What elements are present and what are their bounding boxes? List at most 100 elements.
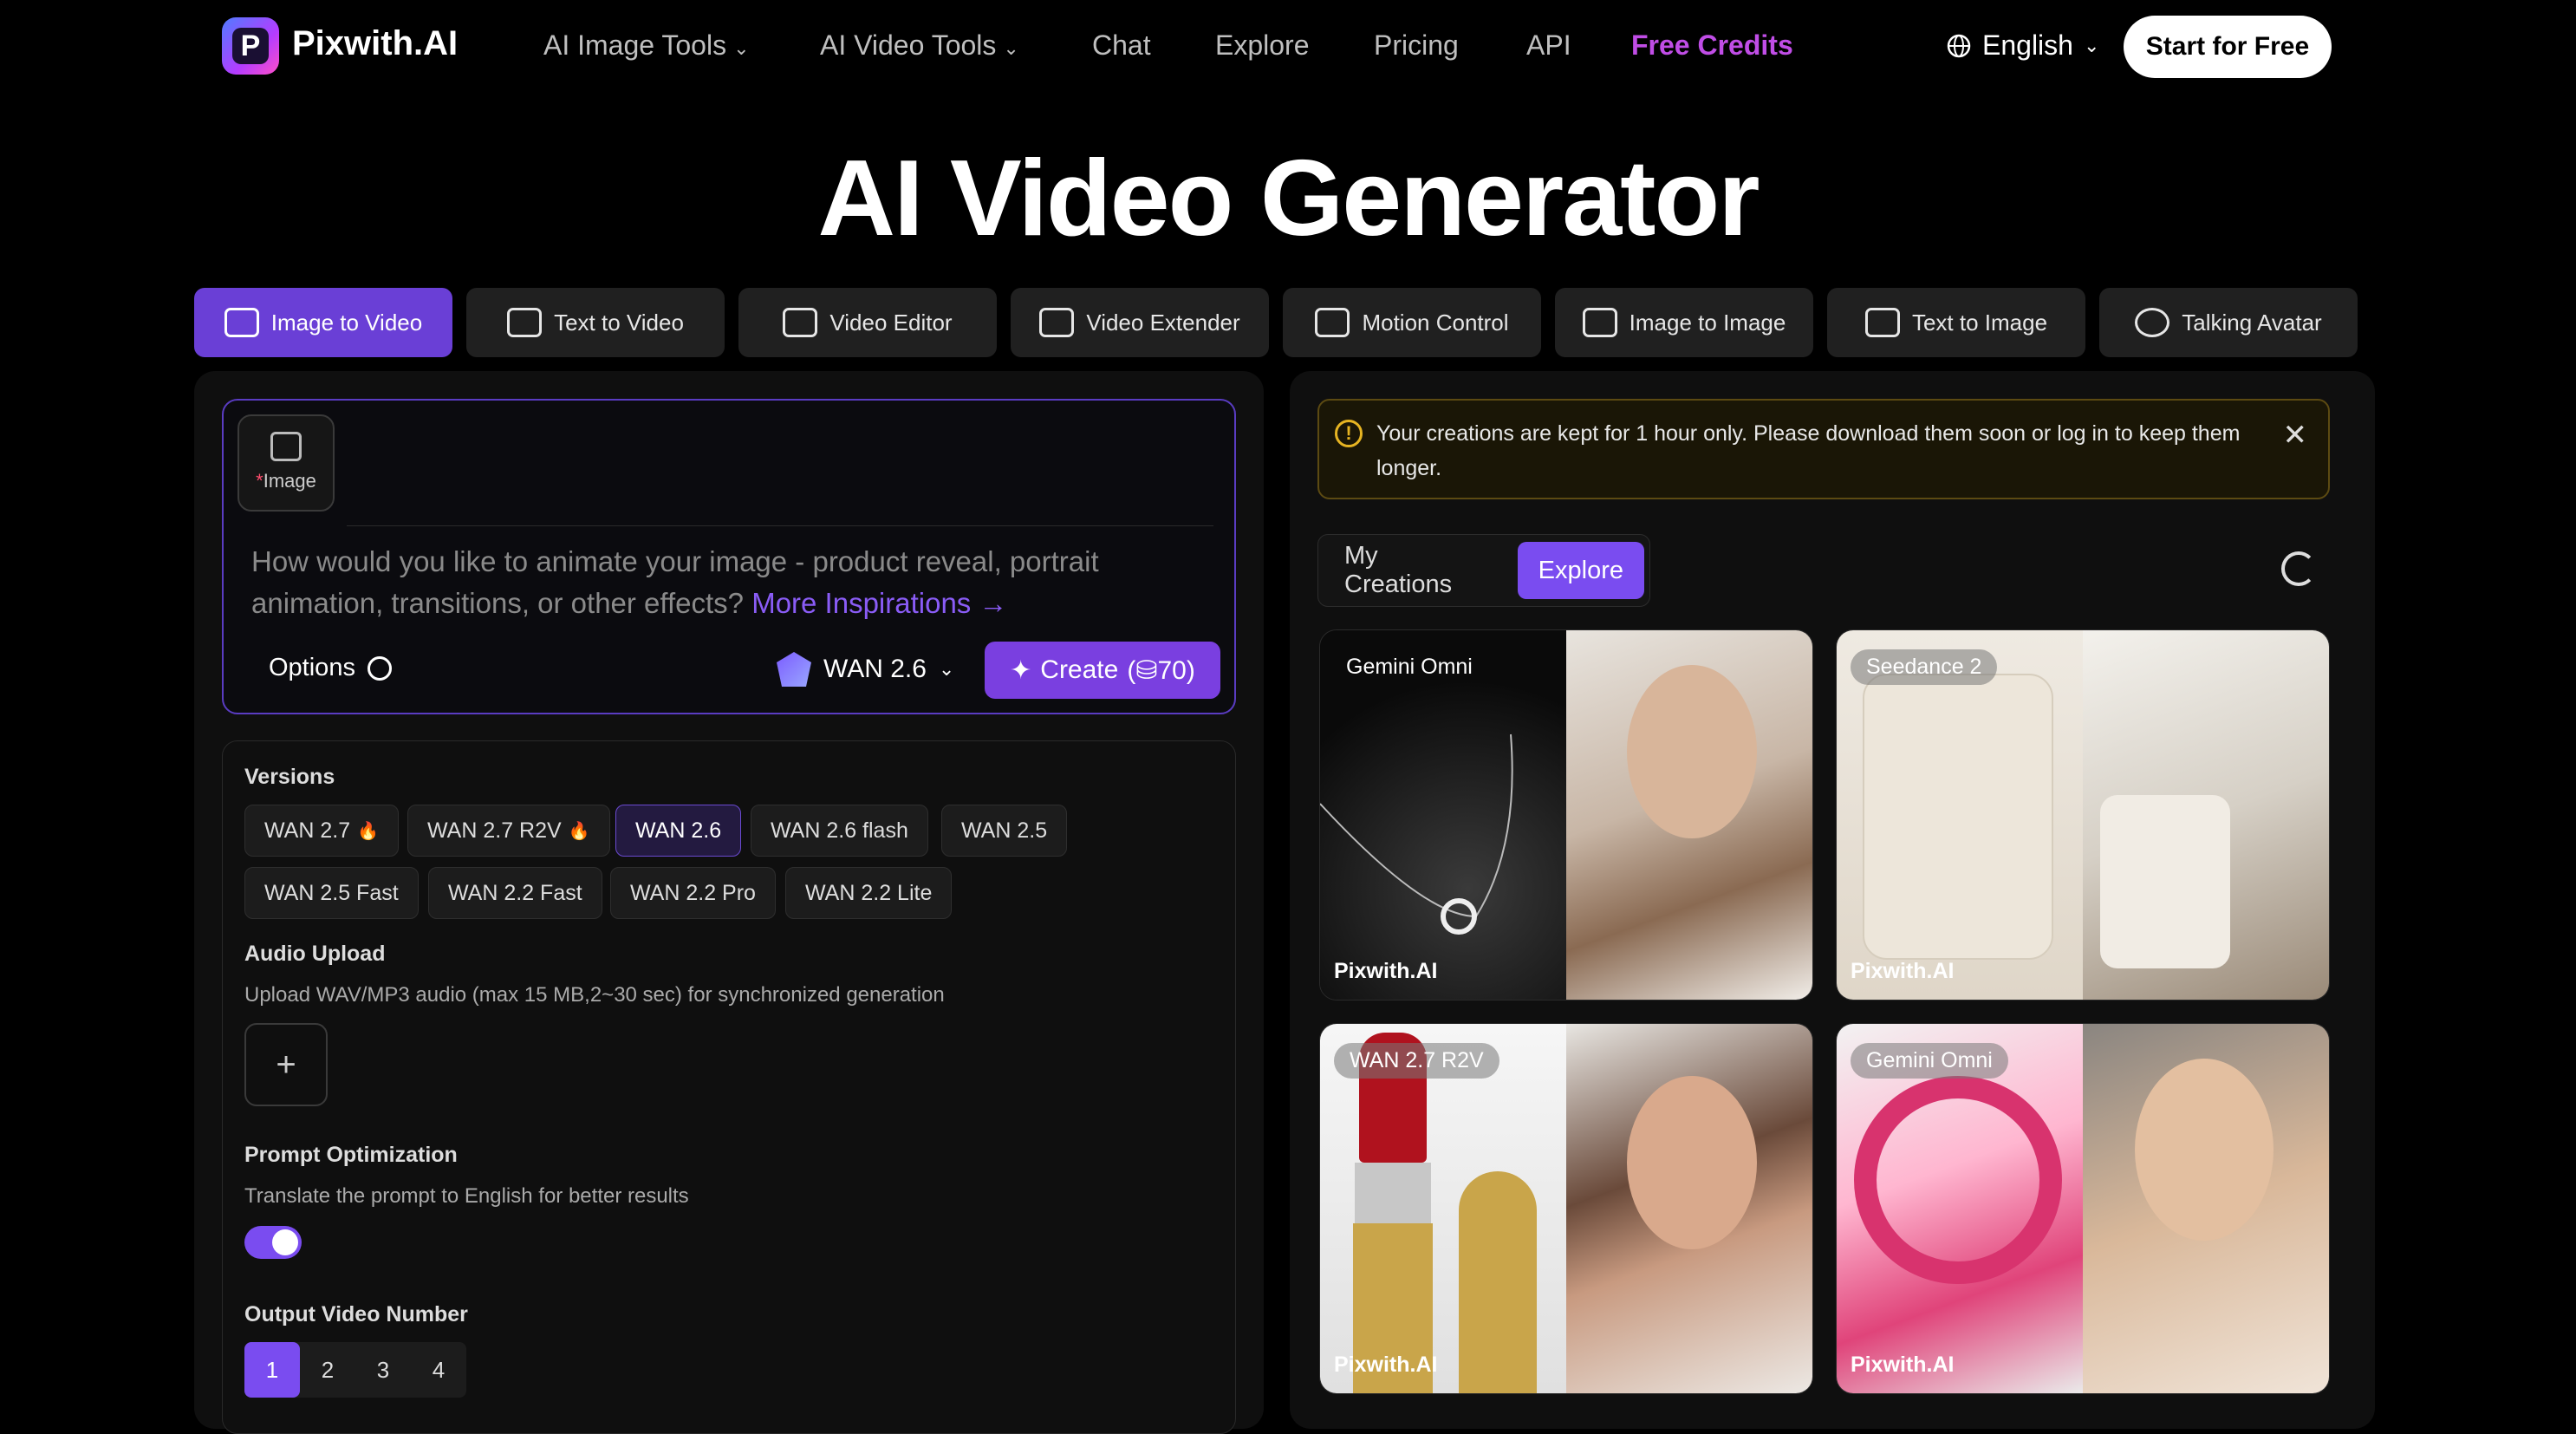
credits-cost: (⛁70) xyxy=(1127,655,1195,685)
watermark: Pixwith.AI xyxy=(1334,959,1438,983)
model-tag: Seedance 2 xyxy=(1851,649,1998,685)
product-image: Gemini Omni Pixwith.AI xyxy=(1837,1024,2083,1393)
tab-talking-avatar[interactable]: Talking Avatar xyxy=(2099,288,2358,357)
version-chip[interactable]: WAN 2.2 Pro xyxy=(610,867,776,919)
version-chip[interactable]: WAN 2.5 Fast xyxy=(244,867,419,919)
tab-video-editor[interactable]: Video Editor xyxy=(738,288,997,357)
version-label: WAN 2.2 Fast xyxy=(448,880,582,905)
version-label: WAN 2.7 xyxy=(264,818,351,843)
image-upload-label: Image xyxy=(263,470,316,492)
prompt-optimization-desc: Translate the prompt to English for bett… xyxy=(244,1184,689,1208)
logo-letter: P xyxy=(232,28,269,64)
tab-my-creations[interactable]: My Creations xyxy=(1324,542,1512,599)
product-image: Gemini Omni Pixwith.AI xyxy=(1320,630,1566,1000)
watermark: Pixwith.AI xyxy=(1851,959,1955,983)
gallery-card[interactable]: Gemini Omni Pixwith.AI xyxy=(1319,629,1813,1001)
version-label: WAN 2.2 Pro xyxy=(630,880,756,905)
chevron-down-icon: ⌄ xyxy=(733,37,750,59)
globe-icon xyxy=(1947,34,1971,57)
nav-ai-image-tools[interactable]: AI Image Tools ⌄ xyxy=(543,29,750,62)
create-button[interactable]: ✦ Create (⛁70) xyxy=(985,642,1220,699)
image-icon xyxy=(224,308,259,337)
version-label: WAN 2.6 xyxy=(635,818,722,843)
face-shape xyxy=(2135,1059,2274,1241)
video-extend-icon xyxy=(1039,308,1075,337)
gear-icon xyxy=(367,655,392,681)
start-for-free-button[interactable]: Start for Free xyxy=(2124,16,2332,78)
version-label: WAN 2.6 flash xyxy=(771,818,908,843)
lipstick-cap-shape xyxy=(1459,1171,1537,1393)
result-image xyxy=(2083,1024,2329,1393)
nav-free-credits[interactable]: Free Credits xyxy=(1631,29,1793,62)
version-chip[interactable]: WAN 2.2 Fast xyxy=(428,867,602,919)
gallery-card[interactable]: Seedance 2 Pixwith.AI xyxy=(1836,629,2330,1001)
model-tag: Gemini Omni xyxy=(1346,655,1473,679)
tab-motion-control[interactable]: Motion Control xyxy=(1283,288,1541,357)
audio-upload-button[interactable]: + xyxy=(244,1023,328,1106)
refresh-icon[interactable] xyxy=(2281,551,2316,586)
gallery-card[interactable]: Gemini Omni Pixwith.AI xyxy=(1836,1023,2330,1394)
text-video-icon xyxy=(507,308,543,337)
language-selector[interactable]: English ⌄ xyxy=(1946,29,2099,62)
prompt-optimization-title: Prompt Optimization xyxy=(244,1143,458,1167)
result-image xyxy=(2083,630,2329,1000)
watermark: Pixwith.AI xyxy=(1334,1353,1438,1377)
version-label: WAN 2.5 Fast xyxy=(264,880,399,905)
brand-name[interactable]: Pixwith.AI xyxy=(292,24,458,63)
version-chip[interactable]: WAN 2.5 xyxy=(941,805,1068,857)
prompt-optimization-toggle[interactable] xyxy=(244,1226,302,1259)
fire-icon: 🔥 xyxy=(568,821,590,841)
output-number-2[interactable]: 2 xyxy=(300,1342,355,1398)
tab-image-to-video[interactable]: Image to Video xyxy=(194,288,452,357)
tab-text-to-video[interactable]: Text to Video xyxy=(466,288,725,357)
image-upload-button[interactable]: *Image xyxy=(237,414,335,512)
output-number-1[interactable]: 1 xyxy=(244,1342,300,1398)
output-number-title: Output Video Number xyxy=(244,1302,468,1326)
nav-ai-video-tools[interactable]: AI Video Tools ⌄ xyxy=(820,29,1019,62)
version-chip[interactable]: WAN 2.7 🔥 xyxy=(244,805,400,857)
close-icon[interactable]: ✕ xyxy=(2283,418,2308,453)
tab-text-to-image[interactable]: Text to Image xyxy=(1827,288,2085,357)
wan-model-icon xyxy=(777,652,811,687)
prompt-input[interactable]: How would you like to animate your image… xyxy=(251,541,1196,624)
output-number-3[interactable]: 3 xyxy=(355,1342,411,1398)
product-image: WAN 2.7 R2V Pixwith.AI xyxy=(1320,1024,1566,1393)
language-label: English xyxy=(1982,29,2073,61)
version-chip[interactable]: WAN 2.2 Lite xyxy=(785,867,953,919)
nav-chat[interactable]: Chat xyxy=(1092,29,1151,62)
version-chip[interactable]: WAN 2.6 flash xyxy=(751,805,928,857)
motion-icon xyxy=(1315,308,1350,337)
options-button[interactable]: Options xyxy=(269,654,392,682)
chevron-down-icon: ⌄ xyxy=(2083,34,2100,56)
nav-label: AI Image Tools xyxy=(543,29,727,61)
images-icon xyxy=(1582,308,1617,337)
tab-video-extender[interactable]: Video Extender xyxy=(1011,288,1269,357)
chevron-down-icon: ⌄ xyxy=(938,658,955,680)
gallery-card[interactable]: WAN 2.7 R2V Pixwith.AI xyxy=(1319,1023,1813,1394)
tab-explore[interactable]: Explore xyxy=(1517,542,1644,599)
versions-title: Versions xyxy=(244,765,335,789)
logo-icon[interactable]: P xyxy=(222,17,279,75)
version-label: WAN 2.5 xyxy=(961,818,1048,843)
product-image: Seedance 2 Pixwith.AI xyxy=(1837,630,2083,1000)
version-chip[interactable]: WAN 2.6 xyxy=(615,805,742,857)
nav-api[interactable]: API xyxy=(1526,29,1571,62)
model-tag: Gemini Omni xyxy=(1851,1043,2008,1079)
warning-icon: ! xyxy=(1335,420,1363,447)
tab-label: Talking Avatar xyxy=(2182,309,2322,336)
tab-label: Image to Video xyxy=(270,309,423,336)
video-edit-icon xyxy=(783,308,818,337)
audio-upload-desc: Upload WAV/MP3 audio (max 15 MB,2~30 sec… xyxy=(244,983,945,1007)
nav-pricing[interactable]: Pricing xyxy=(1374,29,1459,62)
output-number-4[interactable]: 4 xyxy=(411,1342,466,1398)
create-label: Create xyxy=(1040,655,1119,684)
version-chip[interactable]: WAN 2.7 R2V 🔥 xyxy=(407,805,610,857)
required-mark: * xyxy=(256,470,263,492)
tab-label: Text to Video xyxy=(554,309,684,336)
nav-label: AI Video Tools xyxy=(820,29,997,61)
nav-explore[interactable]: Explore xyxy=(1215,29,1310,62)
tab-image-to-image[interactable]: Image to Image xyxy=(1555,288,1813,357)
page-title: AI Video Generator xyxy=(817,139,1760,258)
more-inspirations-link[interactable]: More Inspirations → xyxy=(751,587,1007,619)
model-selector[interactable]: WAN 2.6 ⌄ xyxy=(777,652,954,687)
